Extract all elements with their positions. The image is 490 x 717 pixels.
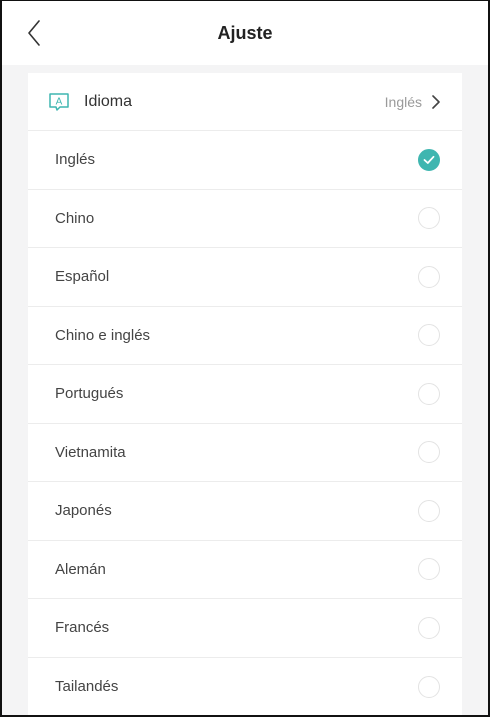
language-option[interactable]: Vietnamita [28,424,462,482]
language-option[interactable]: Tailandés [28,658,462,716]
chevron-right-icon [432,94,440,109]
language-option[interactable]: Chino e inglés [28,307,462,365]
radio-unchecked-icon[interactable] [418,616,440,639]
language-options-list: Inglés Chino Español Chino e inglés Portugué… [28,131,462,716]
language-option-label: Inglés [55,151,96,169]
language-option[interactable]: Chino [28,190,462,248]
language-icon: A [49,92,69,111]
language-option-label: Alemán [55,560,106,578]
radio-unchecked-icon[interactable] [418,441,440,464]
top-bar: Ajuste [2,1,488,65]
language-option-label: Francés [55,619,110,637]
language-option-label: Portugués [55,385,124,403]
checkmark-icon [423,155,435,164]
language-option[interactable]: Español [28,248,462,307]
language-card: A Idioma Inglés Inglés Chino Español Chino … [28,73,462,716]
language-setting-label: Idioma [84,92,133,110]
language-setting-row[interactable]: A Idioma Inglés [28,73,462,131]
language-option[interactable]: Inglés [28,131,462,190]
radio-unchecked-icon[interactable] [418,675,440,698]
language-icon-glyph: A [56,96,63,107]
language-current-value: Inglés [384,93,422,110]
language-option-label: Español [55,268,110,286]
radio-unchecked-icon[interactable] [418,382,440,405]
page-title: Ajuste [217,23,273,43]
radio-unchecked-icon[interactable] [418,499,440,522]
radio-unchecked-icon[interactable] [418,207,440,230]
screen: Ajuste A Idioma Inglés Inglés Chino Españo… [0,0,490,717]
language-option-label: Chino e inglés [55,326,151,344]
language-option[interactable]: Alemán [28,541,462,599]
language-option-label: Chino [55,209,95,227]
radio-unchecked-icon[interactable] [418,558,440,581]
radio-unchecked-icon[interactable] [418,265,440,288]
language-option-label: Tailandés [55,678,119,696]
radio-unchecked-icon[interactable] [418,324,440,347]
language-option[interactable]: Japonés [28,482,462,541]
language-option-label: Japonés [55,502,112,520]
language-option[interactable]: Francés [28,599,462,658]
language-option[interactable]: Portugués [28,365,462,424]
language-option-label: Vietnamita [55,443,126,461]
radio-checked-icon[interactable] [418,148,440,171]
